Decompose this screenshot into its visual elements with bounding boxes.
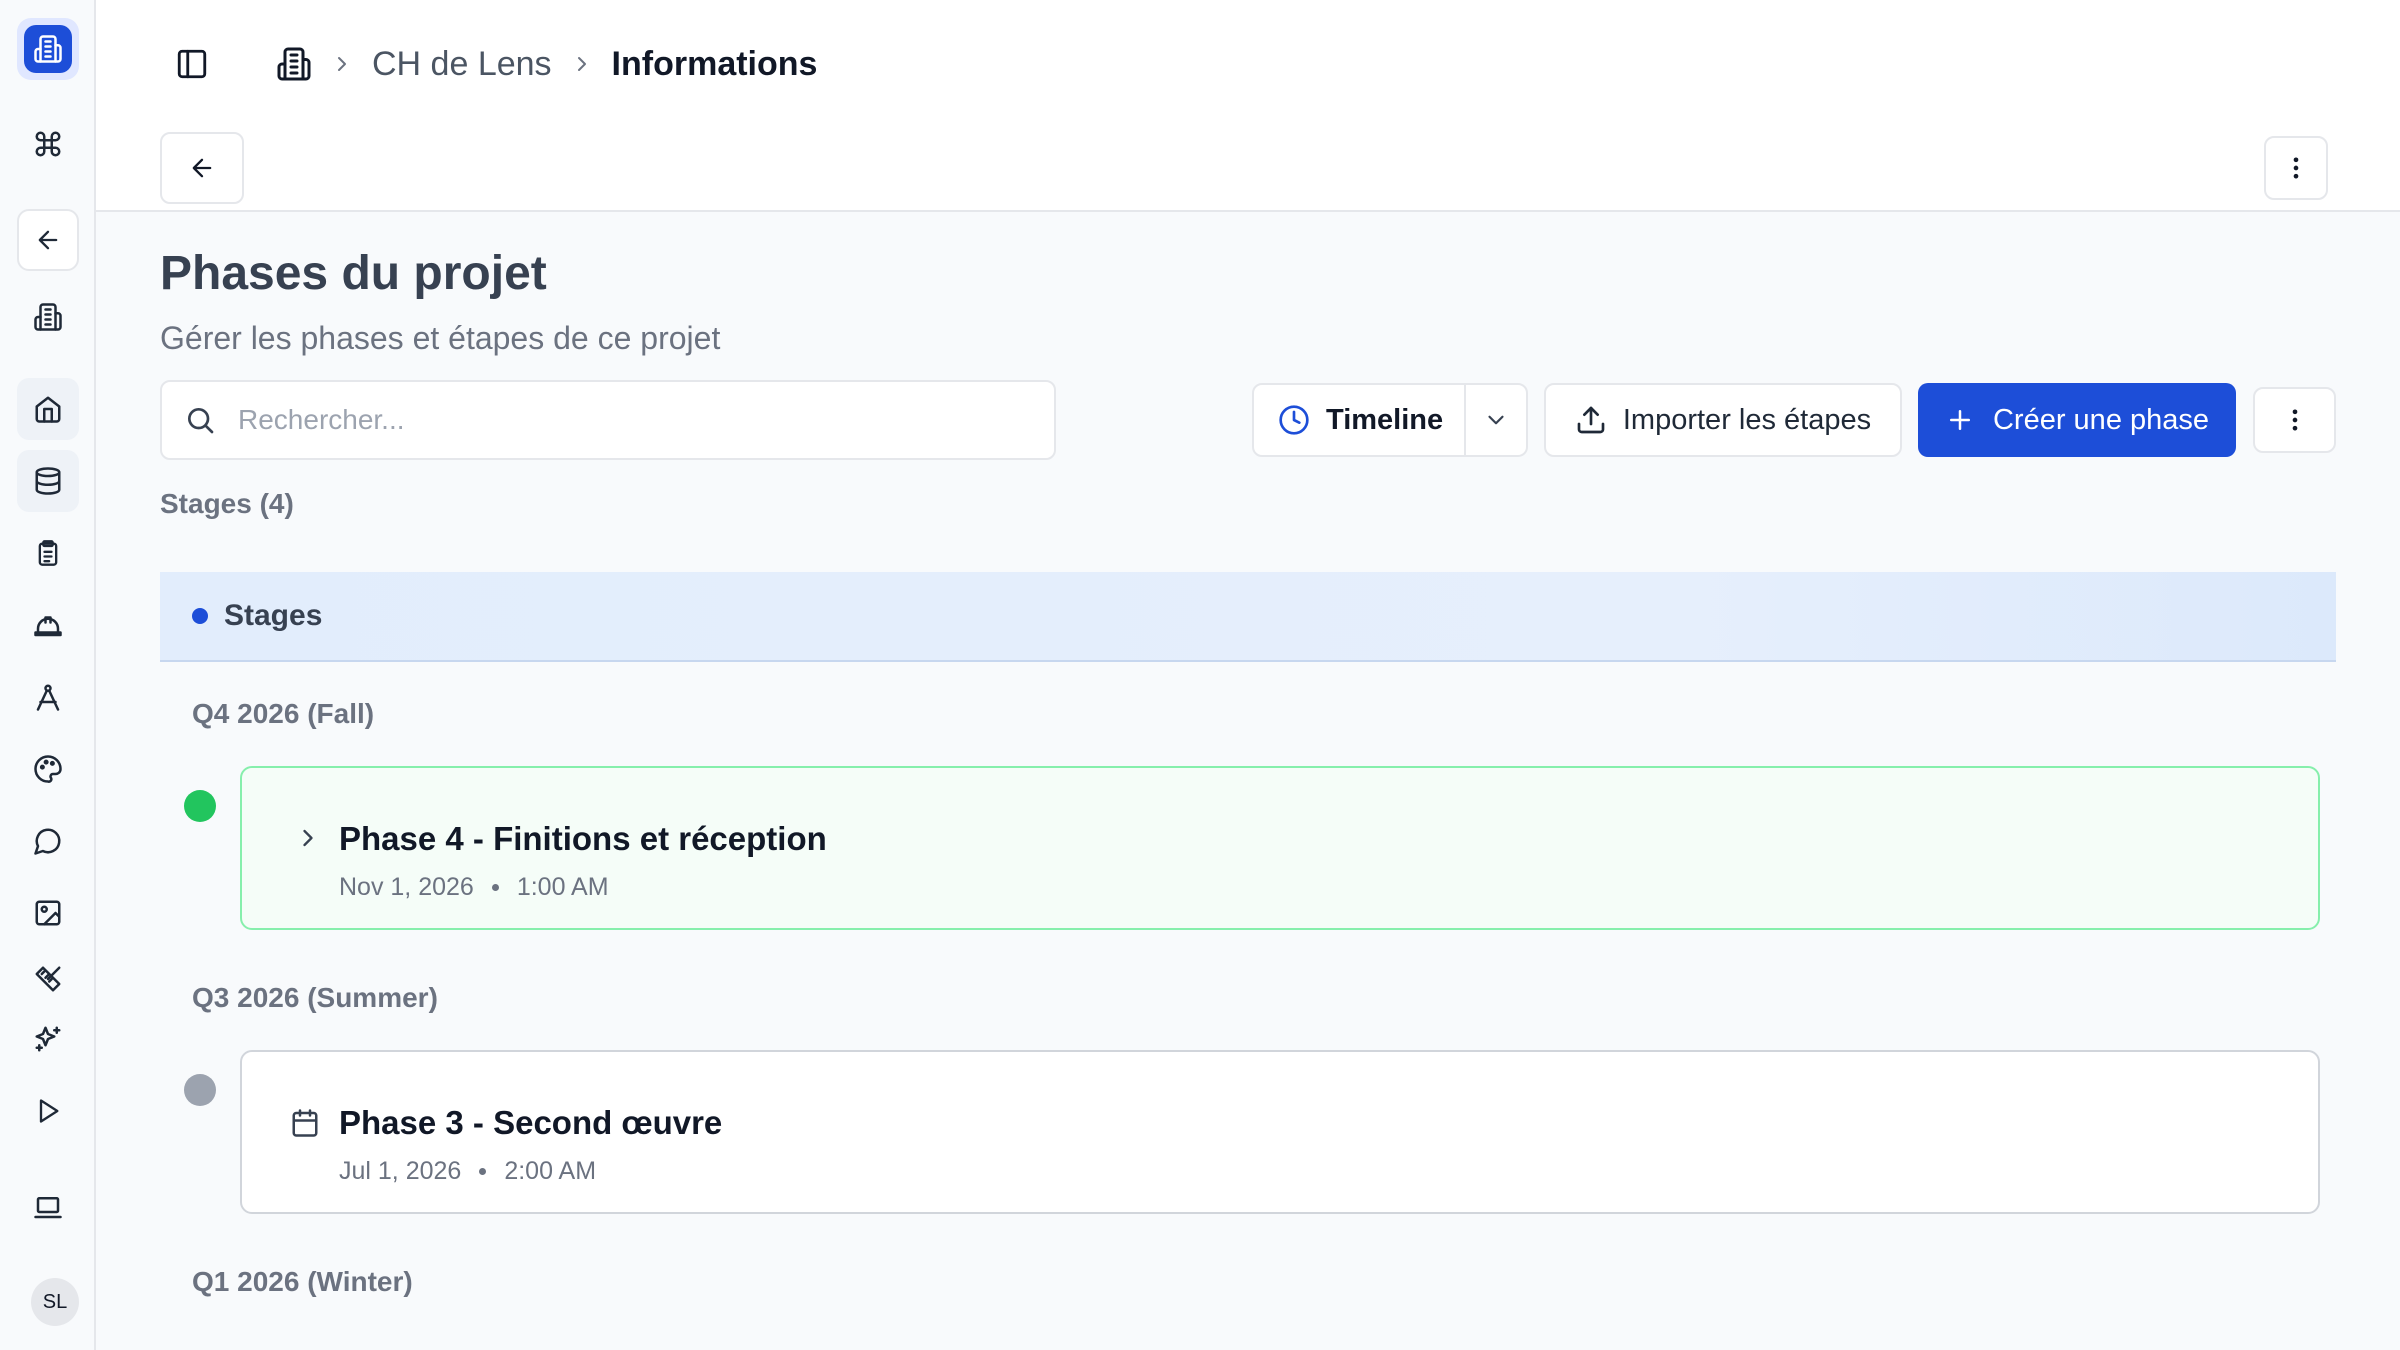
quarter-label: Q1 2026 (Winter) <box>192 1266 413 1297</box>
status-dot-completed <box>184 790 216 822</box>
chevron-right-icon <box>330 52 354 76</box>
more-vertical-icon <box>2282 154 2310 182</box>
phase-date: Jul 1, 2026 <box>339 1157 462 1185</box>
user-avatar[interactable]: SL <box>31 1278 79 1326</box>
stages-count: Stages (4) <box>160 488 294 519</box>
page-subtitle: Gérer les phases et étapes de ce projet <box>160 320 721 356</box>
chevron-right-icon[interactable] <box>294 824 322 852</box>
sidebar-back-button[interactable] <box>17 209 79 271</box>
plus-icon <box>1945 405 1975 435</box>
home-icon[interactable] <box>17 378 79 440</box>
ruler-pencil-icon[interactable] <box>17 948 79 1010</box>
more-vertical-icon <box>2281 406 2309 434</box>
chevron-right-icon <box>570 52 594 76</box>
search-icon <box>184 404 216 436</box>
calendar-icon <box>290 1108 320 1138</box>
compass-icon[interactable] <box>17 666 79 728</box>
toolbar-more-button[interactable] <box>2253 387 2336 453</box>
create-label: Créer une phase <box>1992 403 2210 436</box>
phase-card[interactable]: Phase 4 - Finitions et réception Nov 1, … <box>240 766 2320 930</box>
phase-card[interactable]: Phase 3 - Second œuvre Jul 1, 2026 2:00 … <box>240 1050 2320 1214</box>
command-icon[interactable] <box>17 113 79 175</box>
sidebar: SL <box>0 0 96 1350</box>
quarter-label: Q3 2026 (Summer) <box>192 982 438 1013</box>
breadcrumb: CH de Lens Informations <box>276 36 817 92</box>
phase-time: 1:00 AM <box>516 873 609 901</box>
breadcrumb-current: Informations <box>611 44 818 83</box>
group-label: Stages <box>224 599 323 632</box>
building-logo-icon <box>24 25 72 73</box>
clock-icon <box>1278 404 1310 436</box>
phase-meta: Nov 1, 2026 1:00 AM <box>339 873 609 902</box>
quarter-label: Q4 2026 (Fall) <box>192 698 375 729</box>
message-circle-icon[interactable] <box>17 810 79 872</box>
sparkles-icon[interactable] <box>17 1008 79 1070</box>
phase-date: Nov 1, 2026 <box>339 873 474 901</box>
status-dot-pending <box>184 1074 216 1106</box>
database-icon[interactable] <box>17 450 79 512</box>
view-selector: Timeline <box>1252 383 1528 457</box>
panel-left-icon <box>175 47 209 81</box>
group-dot <box>192 608 208 624</box>
phase-title: Phase 3 - Second œuvre <box>339 1104 723 1141</box>
meta-separator <box>491 884 499 891</box>
hard-hat-icon[interactable] <box>17 594 79 656</box>
phase-time: 2:00 AM <box>504 1157 597 1185</box>
search-box <box>160 380 1056 460</box>
breadcrumb-project[interactable]: CH de Lens <box>372 45 552 84</box>
play-icon[interactable] <box>17 1080 79 1142</box>
toggle-sidebar-button[interactable] <box>164 36 220 92</box>
back-button[interactable] <box>160 132 244 204</box>
phase-title: Phase 4 - Finitions et réception <box>339 820 827 857</box>
create-phase-button[interactable]: Créer une phase <box>1918 383 2236 457</box>
page-more-button[interactable] <box>2264 136 2328 200</box>
top-bar: CH de Lens Informations <box>96 0 2400 212</box>
image-icon[interactable] <box>17 882 79 944</box>
palette-icon[interactable] <box>17 738 79 800</box>
timeline-label: Timeline <box>1326 403 1444 436</box>
import-label: Importer les étapes <box>1622 403 1872 436</box>
upload-icon <box>1575 404 1607 436</box>
building-icon[interactable] <box>276 46 312 82</box>
clipboard-icon[interactable] <box>17 522 79 584</box>
view-dropdown-button[interactable] <box>1466 385 1526 455</box>
arrow-left-icon <box>34 226 62 254</box>
page-title: Phases du projet <box>160 247 547 300</box>
app-logo[interactable] <box>17 18 79 80</box>
import-stages-button[interactable]: Importer les étapes <box>1544 383 1902 457</box>
phase-meta: Jul 1, 2026 2:00 AM <box>339 1157 596 1186</box>
stages-group-header[interactable]: Stages <box>160 572 2336 662</box>
meta-separator <box>479 1168 487 1175</box>
arrow-left-icon <box>188 154 216 182</box>
chevron-down-icon <box>1483 407 1509 433</box>
building-icon[interactable] <box>17 286 79 348</box>
search-input[interactable] <box>238 404 1018 436</box>
laptop-icon[interactable] <box>17 1176 79 1238</box>
timeline-view-button[interactable]: Timeline <box>1254 385 1466 455</box>
